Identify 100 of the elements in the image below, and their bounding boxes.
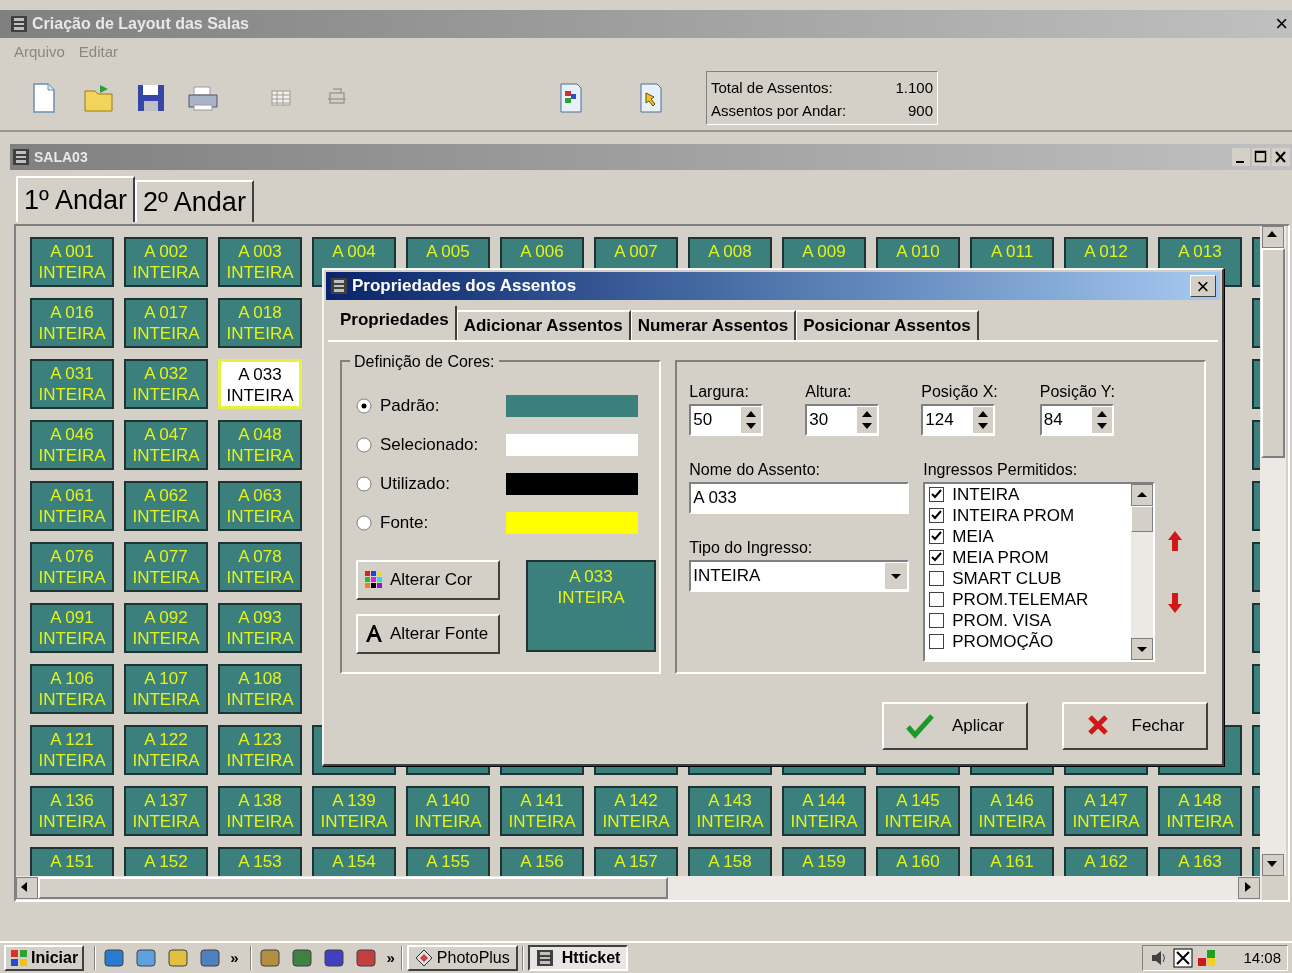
seat[interactable]: A 137 INTEIRA	[124, 786, 208, 836]
ticket-type: INTEIRA	[790, 811, 858, 832]
seat[interactable]: A 140 INTEIRA	[406, 786, 490, 836]
seat[interactable]: A 139 INTEIRA	[312, 786, 396, 836]
seat[interactable]: A 062 INTEIRA	[124, 481, 208, 531]
seat[interactable]: A 017 INTEIRA	[124, 298, 208, 348]
seat[interactable]: A 147 INTEIRA	[1064, 786, 1148, 836]
seat[interactable]: A 159	[782, 847, 866, 876]
floor-tab[interactable]: 2º Andar	[134, 180, 254, 222]
taskbar-button[interactable]: PhotoPlus	[406, 945, 518, 971]
seat[interactable]: A 156	[500, 847, 584, 876]
seat-number: A 157	[614, 851, 658, 872]
seat-number: A 009	[802, 241, 846, 262]
seat[interactable]: A 163	[1158, 847, 1242, 876]
seat[interactable]: A 160	[876, 847, 960, 876]
field-label: Posição X:	[921, 382, 998, 402]
color-button[interactable]: Alterar Fonte	[356, 614, 500, 654]
radio-label[interactable]: Fonte:	[380, 509, 506, 536]
seat[interactable]: A 162	[1064, 847, 1148, 876]
seat[interactable]: A 123 INTEIRA	[218, 725, 302, 775]
seat[interactable]: A 063 INTEIRA	[218, 481, 302, 531]
seat[interactable]: A 048 INTEIRA	[218, 420, 302, 470]
seat-number: A 010	[896, 241, 940, 262]
seat-number: A 156	[520, 851, 564, 872]
dialog-tab[interactable]: Adicionar Assentos	[456, 310, 631, 340]
seat[interactable]: A 016 INTEIRA	[30, 298, 114, 348]
seat-number: A 148	[1178, 790, 1222, 811]
seat[interactable]: A 152	[124, 847, 208, 876]
seat[interactable]: A 155	[406, 847, 490, 876]
radio-label[interactable]: Selecionado:	[380, 431, 506, 458]
ticket-type: INTEIRA	[132, 628, 200, 649]
seat[interactable]: A 148 INTEIRA	[1158, 786, 1242, 836]
seat[interactable]: A 047 INTEIRA	[124, 420, 208, 470]
seat[interactable]: A 141 INTEIRA	[500, 786, 584, 836]
dialog-tab[interactable]: Posicionar Assentos	[796, 310, 979, 340]
seat[interactable]: A 138 INTEIRA	[218, 786, 302, 836]
seat[interactable]: A 046 INTEIRA	[30, 420, 114, 470]
seat[interactable]: A 093 INTEIRA	[218, 603, 302, 653]
radio-label[interactable]: Utilizado:	[380, 470, 506, 497]
dialog-tab[interactable]: Propriedades	[334, 306, 457, 340]
seat-number: A 161	[990, 851, 1034, 872]
seat[interactable]: A 151	[30, 847, 114, 876]
ticket-type: INTEIRA	[1072, 811, 1140, 832]
checkbox-list[interactable]: INTEIRA INTEIRA PROM MEIA MEIA PROM SMART CLUB PROM.TELEMAR PROM. VISA PROMOÇÃO	[923, 482, 1156, 662]
seat-number: A 158	[708, 851, 752, 872]
seat[interactable]: A 157	[594, 847, 678, 876]
seat[interactable]: A 145 INTEIRA	[876, 786, 960, 836]
seat[interactable]: A 076 INTEIRA	[30, 542, 114, 592]
seat[interactable]: A 061 INTEIRA	[30, 481, 114, 531]
seat[interactable]: A 142 INTEIRA	[594, 786, 678, 836]
seat-number: A 152	[144, 851, 188, 872]
seat[interactable]: A 136 INTEIRA	[30, 786, 114, 836]
seat[interactable]: A 153	[218, 847, 302, 876]
seat[interactable]: A 031 INTEIRA	[30, 359, 114, 409]
seat[interactable]: A 032 INTEIRA	[124, 359, 208, 409]
number-field[interactable]: 84	[1039, 404, 1114, 436]
dropdown[interactable]: INTEIRA	[689, 560, 910, 592]
number-field[interactable]: 50	[689, 404, 764, 436]
seat[interactable]: A 092 INTEIRA	[124, 603, 208, 653]
close-button[interactable]: ×	[1190, 275, 1216, 297]
color-button[interactable]: Alterar Cor	[356, 560, 500, 600]
ticket-type: INTEIRA	[38, 445, 106, 466]
seat[interactable]: A 158	[688, 847, 772, 876]
seat[interactable]: A 018 INTEIRA	[218, 298, 302, 348]
seat-number: A 007	[614, 241, 658, 262]
seat[interactable]: A 108 INTEIRA	[218, 664, 302, 714]
close-button[interactable]: ×	[1275, 13, 1288, 35]
seat[interactable]: A 121 INTEIRA	[30, 725, 114, 775]
seat[interactable]: A 154	[312, 847, 396, 876]
seat[interactable]: A 106 INTEIRA	[30, 664, 114, 714]
more-button[interactable]: »	[228, 946, 241, 970]
dialog-tab[interactable]: Numerar Assentos	[630, 310, 797, 340]
window-title: SALA03	[34, 147, 88, 167]
seat[interactable]: A 033 INTEIRA	[218, 359, 302, 409]
seat[interactable]: A 122 INTEIRA	[124, 725, 208, 775]
seat[interactable]: A 143 INTEIRA	[688, 786, 772, 836]
seat[interactable]: A 001 INTEIRA	[30, 237, 114, 287]
seat[interactable]: A 078 INTEIRA	[218, 542, 302, 592]
seat[interactable]: A 146 INTEIRA	[970, 786, 1054, 836]
checkbox-label[interactable]: PROMOÇÃO	[952, 628, 1054, 655]
seat-number: A 063	[238, 485, 282, 506]
number-field[interactable]: 124	[921, 404, 996, 436]
ticket-type: INTEIRA	[132, 811, 200, 832]
more-button[interactable]: »	[384, 946, 397, 970]
radio-label[interactable]: Padrão:	[380, 392, 506, 419]
dialog-button[interactable]: Aplicar	[882, 702, 1028, 750]
number-field[interactable]: 30	[805, 404, 880, 436]
seat[interactable]: A 107 INTEIRA	[124, 664, 208, 714]
taskbar-button[interactable]: Htticket	[527, 945, 629, 971]
start-button[interactable]: Iniciar	[4, 945, 85, 971]
text-field[interactable]: A 033	[689, 482, 910, 514]
seat[interactable]: A 003 INTEIRA	[218, 237, 302, 287]
seat[interactable]: A 144 INTEIRA	[782, 786, 866, 836]
seat[interactable]: A 161	[970, 847, 1054, 876]
seat[interactable]: A 091 INTEIRA	[30, 603, 114, 653]
seat[interactable]: A 077 INTEIRA	[124, 542, 208, 592]
seat[interactable]: A 002 INTEIRA	[124, 237, 208, 287]
seat-number: A 123	[238, 729, 282, 750]
floor-tab[interactable]: 1º Andar	[16, 176, 135, 222]
dialog-button[interactable]: Fechar	[1062, 702, 1208, 750]
